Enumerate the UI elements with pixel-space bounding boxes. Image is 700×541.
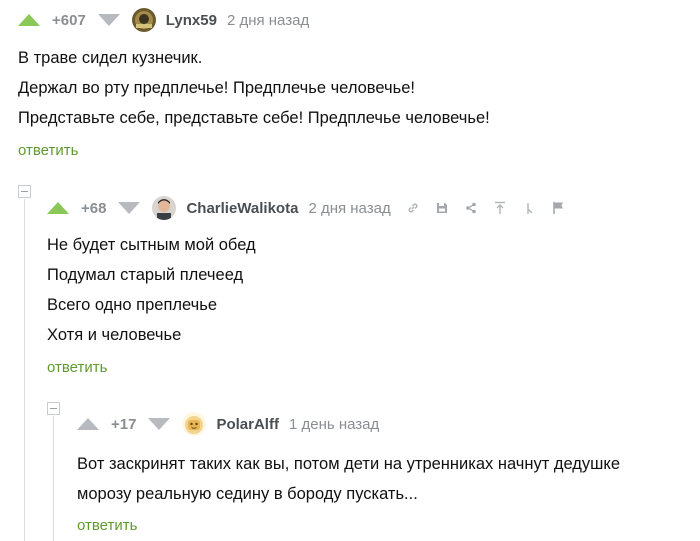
avatar-image xyxy=(152,196,177,220)
comment-header: +607 Lynx59 2 дня назад xyxy=(18,8,309,32)
reply-link[interactable]: ответить xyxy=(77,517,137,534)
thread-line[interactable] xyxy=(24,199,25,541)
upvote-button[interactable] xyxy=(47,202,69,214)
downvote-button[interactable] xyxy=(148,418,171,430)
comment-line: Держал во рту предплечье! Предплечье чел… xyxy=(18,79,415,97)
link-icon[interactable] xyxy=(407,201,419,215)
comment-rating: +607 xyxy=(52,11,86,29)
save-icon[interactable] xyxy=(436,201,448,215)
comment-time[interactable]: 2 дня назад xyxy=(308,200,390,217)
avatar-image xyxy=(131,8,156,32)
comment-body: В траве сидел кузнечик. Держал во рту пр… xyxy=(18,43,490,133)
comment-rating: +68 xyxy=(81,199,107,217)
avatar-image xyxy=(182,412,207,436)
comment-line: В траве сидел кузнечик. xyxy=(18,49,203,67)
comment-line: Подумал старый плечеед xyxy=(47,266,244,284)
comment-rating: +17 xyxy=(111,415,137,433)
comment-line: Представьте себе, представьте себе! Пред… xyxy=(18,109,490,127)
thread-line[interactable] xyxy=(53,416,54,541)
collapse-thread-button[interactable] xyxy=(47,402,60,415)
comment-line: Всего одно преплечье xyxy=(47,296,218,314)
reply-link[interactable]: ответить xyxy=(47,359,107,376)
author-name[interactable]: CharlieWalikota xyxy=(186,200,298,217)
upvote-button[interactable] xyxy=(77,418,99,430)
comment-body: Вот заскринят таких как вы, потом дети н… xyxy=(77,449,620,509)
reply-link[interactable]: ответить xyxy=(18,142,78,159)
avatar[interactable] xyxy=(182,412,207,436)
comment-line: морозу реальную седину в бороду пускать.… xyxy=(77,485,418,503)
comment-tools xyxy=(407,201,581,215)
branch-icon[interactable] xyxy=(523,201,535,215)
comment-line: Хотя и человечье xyxy=(47,326,182,344)
avatar[interactable] xyxy=(131,8,156,32)
author-name[interactable]: PolarAlff xyxy=(216,416,279,433)
scroll-to-parent-icon[interactable] xyxy=(494,201,506,215)
flag-icon[interactable] xyxy=(552,201,564,215)
collapse-thread-button[interactable] xyxy=(18,185,31,198)
downvote-button[interactable] xyxy=(97,14,120,26)
share-icon[interactable] xyxy=(465,201,477,215)
comment-time[interactable]: 2 дня назад xyxy=(227,12,309,29)
comment-line: Вот заскринят таких как вы, потом дети н… xyxy=(77,455,620,473)
comment-header: +17 PolarAlff 1 день назад xyxy=(77,412,379,436)
upvote-button[interactable] xyxy=(18,14,40,26)
avatar[interactable] xyxy=(152,196,177,220)
downvote-button[interactable] xyxy=(118,202,141,214)
comment-line: Не будет сытным мой обед xyxy=(47,236,256,254)
comment-time[interactable]: 1 день назад xyxy=(289,416,379,433)
comment-body: Не будет сытным мой обед Подумал старый … xyxy=(47,230,256,350)
comment-header: +68 CharlieWalikota 2 дня назад xyxy=(47,196,581,220)
author-name[interactable]: Lynx59 xyxy=(166,12,217,29)
